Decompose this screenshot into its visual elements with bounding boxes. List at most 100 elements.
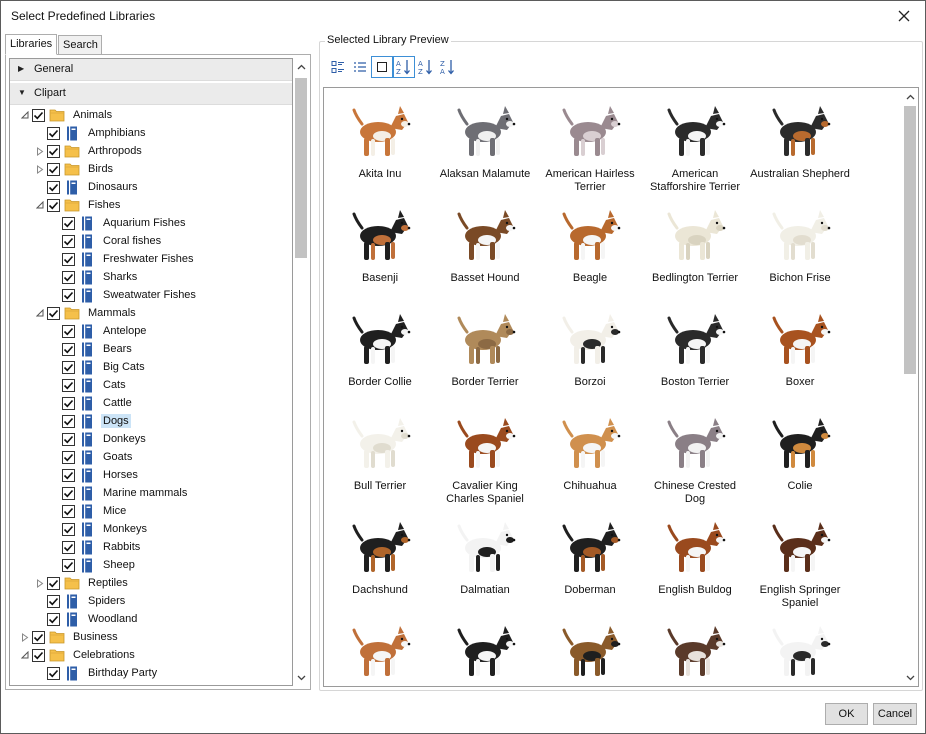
tree-checkbox[interactable]: [62, 540, 75, 554]
tree-node[interactable]: Freshwater Fishes: [50, 250, 195, 268]
preview-item[interactable]: Boston Terrier: [643, 300, 747, 400]
preview-item[interactable]: [748, 612, 852, 686]
scroll-up-icon[interactable]: [293, 58, 310, 75]
tree-checkbox[interactable]: [47, 576, 60, 590]
tree-node[interactable]: Rabbits: [50, 538, 142, 556]
tree-node[interactable]: Sharks: [50, 268, 139, 286]
ok-button[interactable]: OK: [825, 703, 868, 725]
tree-node[interactable]: Cattle: [50, 394, 134, 412]
collapse-triangle-icon[interactable]: [20, 106, 30, 124]
tree-node[interactable]: Arthropods: [35, 142, 144, 160]
thumbnail-view-button[interactable]: [371, 56, 393, 78]
preview-item[interactable]: Boxer: [748, 300, 852, 400]
tree-node[interactable]: Woodland: [35, 610, 139, 628]
scroll-up-icon[interactable]: [902, 88, 919, 105]
tree-checkbox[interactable]: [62, 468, 75, 482]
tree-node[interactable]: Marine mammals: [50, 484, 189, 502]
tree-checkbox[interactable]: [62, 522, 75, 536]
preview-item[interactable]: Bedlington Terrier: [643, 196, 747, 296]
expand-triangle-icon[interactable]: [35, 160, 45, 178]
sort-az-button[interactable]: AZ: [393, 56, 415, 78]
tree-node[interactable]: Mice: [50, 502, 128, 520]
tree-node[interactable]: Goats: [50, 448, 134, 466]
close-button[interactable]: [889, 5, 919, 27]
tree-node[interactable]: Birds: [35, 160, 115, 178]
tree-node[interactable]: Amphibians: [35, 124, 147, 142]
tree-node[interactable]: Mammals: [35, 304, 138, 322]
preview-item[interactable]: Doberman: [538, 508, 642, 608]
tab-libraries[interactable]: Libraries: [5, 34, 57, 55]
tree-node[interactable]: Celebrations: [20, 646, 137, 664]
preview-item[interactable]: Beagle: [538, 196, 642, 296]
preview-item[interactable]: Bichon Frise: [748, 196, 852, 296]
tree-checkbox[interactable]: [62, 234, 75, 248]
tree-checkbox[interactable]: [62, 396, 75, 410]
tree-checkbox[interactable]: [47, 612, 60, 626]
tree-node[interactable]: Big Cats: [50, 358, 147, 376]
tree-checkbox[interactable]: [47, 162, 60, 176]
tree-node[interactable]: Sheep: [50, 556, 137, 574]
preview-item[interactable]: Borzoi: [538, 300, 642, 400]
scroll-thumb[interactable]: [295, 78, 307, 258]
preview-item[interactable]: Cavalier King Charles Spaniel: [433, 404, 537, 505]
tree-checkbox[interactable]: [62, 360, 75, 374]
preview-item[interactable]: Dalmatian: [433, 508, 537, 608]
group-general[interactable]: ▶ General: [10, 59, 292, 81]
tree-checkbox[interactable]: [47, 594, 60, 608]
tree-checkbox[interactable]: [32, 108, 45, 122]
scroll-thumb[interactable]: [904, 106, 916, 374]
preview-item[interactable]: Bull Terrier: [328, 404, 432, 504]
tree-checkbox[interactable]: [62, 252, 75, 266]
preview-item[interactable]: American Hairless Terrier: [538, 92, 642, 193]
preview-item[interactable]: Alaksan Malamute: [433, 92, 537, 192]
tree-checkbox[interactable]: [47, 180, 60, 194]
expand-triangle-icon[interactable]: [35, 574, 45, 592]
tree-checkbox[interactable]: [62, 432, 75, 446]
preview-item[interactable]: [328, 612, 432, 686]
preview-item[interactable]: Akita Inu: [328, 92, 432, 192]
preview-item[interactable]: Chihuahua: [538, 404, 642, 504]
preview-scrollbar[interactable]: [902, 88, 918, 686]
tree-node[interactable]: Antelope: [50, 322, 148, 340]
tree-node[interactable]: Business: [20, 628, 120, 646]
tree-node[interactable]: Fishes: [35, 196, 122, 214]
tree-node[interactable]: Spiders: [35, 592, 127, 610]
preview-item[interactable]: American Stafforshire Terrier: [643, 92, 747, 193]
tree-node[interactable]: Bears: [50, 340, 134, 358]
preview-item[interactable]: [643, 612, 747, 686]
tree-node[interactable]: Birthday Party: [35, 664, 159, 682]
expand-triangle-icon[interactable]: [20, 628, 30, 646]
collapse-triangle-icon[interactable]: [35, 196, 45, 214]
tree-node[interactable]: Horses: [50, 466, 140, 484]
sort-descending-button[interactable]: ZA: [437, 56, 459, 78]
preview-item[interactable]: Border Terrier: [433, 300, 537, 400]
tree-node[interactable]: Dinosaurs: [35, 178, 140, 196]
tree-checkbox[interactable]: [62, 378, 75, 392]
tree-checkbox[interactable]: [47, 126, 60, 140]
tree-node[interactable]: Cats: [50, 376, 128, 394]
tree-checkbox[interactable]: [47, 144, 60, 158]
preview-item[interactable]: [538, 612, 642, 686]
scroll-down-icon[interactable]: [902, 669, 919, 686]
tree-checkbox[interactable]: [62, 504, 75, 518]
tree-node[interactable]: Monkeys: [50, 520, 149, 538]
tree-node[interactable]: Animals: [20, 106, 114, 124]
tree-checkbox[interactable]: [62, 450, 75, 464]
preview-item[interactable]: Dachshund: [328, 508, 432, 608]
cancel-button[interactable]: Cancel: [873, 703, 917, 725]
tree-node[interactable]: Coral fishes: [50, 232, 163, 250]
tree-checkbox[interactable]: [62, 216, 75, 230]
collapse-triangle-icon[interactable]: [35, 304, 45, 322]
tree-node[interactable]: Aquarium Fishes: [50, 214, 188, 232]
tree-checkbox[interactable]: [62, 486, 75, 500]
collapse-triangle-icon[interactable]: [20, 646, 30, 664]
tree-checkbox[interactable]: [47, 306, 60, 320]
details-view-button[interactable]: [327, 56, 349, 78]
expand-triangle-icon[interactable]: [35, 142, 45, 160]
tree-checkbox[interactable]: [62, 270, 75, 284]
tree-checkbox[interactable]: [62, 288, 75, 302]
tree-node[interactable]: Reptiles: [35, 574, 130, 592]
tab-search[interactable]: Search: [58, 35, 102, 55]
tree-checkbox[interactable]: [32, 648, 45, 662]
tree-node[interactable]: Donkeys: [50, 430, 148, 448]
